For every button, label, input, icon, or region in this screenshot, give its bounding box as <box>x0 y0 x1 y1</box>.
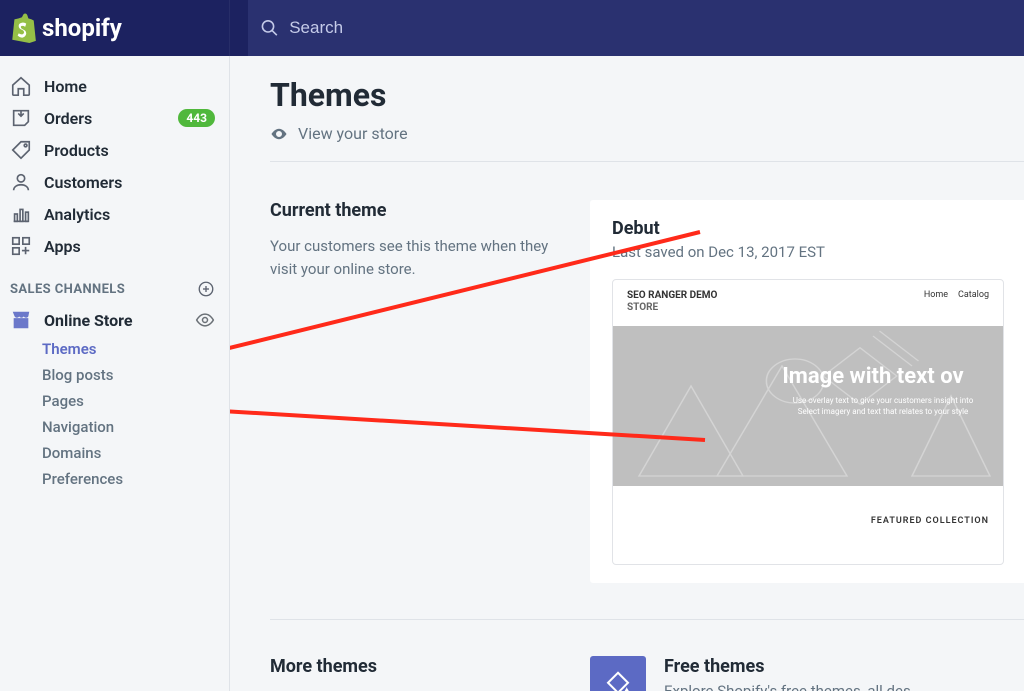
current-theme-card: Debut Last saved on Dec 13, 2017 EST SEO… <box>590 200 1024 583</box>
nav-customers[interactable]: Customers <box>0 166 229 198</box>
current-theme-description: Your customers see this theme when they … <box>270 235 570 280</box>
preview-store-name-line2: STORE <box>627 302 717 314</box>
preview-featured-label: FEATURED COLLECTION <box>613 486 1003 526</box>
subnav-blog-posts[interactable]: Blog posts <box>42 362 229 388</box>
nav-home[interactable]: Home <box>0 70 229 102</box>
subnav-preferences[interactable]: Preferences <box>42 466 229 492</box>
paint-bucket-icon <box>603 669 633 691</box>
nav-label: Home <box>44 77 215 96</box>
subnav-pages[interactable]: Pages <box>42 388 229 414</box>
nav-apps[interactable]: Apps <box>0 230 229 262</box>
nav-label: Customers <box>44 173 215 192</box>
preview-hero-title: Image with text ov <box>743 364 1003 389</box>
view-store-icon[interactable] <box>195 310 215 330</box>
storefront-icon <box>10 309 32 331</box>
nav-label: Analytics <box>44 205 215 224</box>
preview-hero-sub2: Select imagery and text that relates to … <box>773 406 993 417</box>
free-themes-heading: Free themes <box>664 656 914 677</box>
sidebar: Home Orders 443 Products Customers Analy… <box>0 56 230 691</box>
nav-label: Apps <box>44 237 215 256</box>
subnav-themes[interactable]: Themes <box>42 336 229 362</box>
logo-area: shopify <box>0 0 230 56</box>
subnav-domains[interactable]: Domains <box>42 440 229 466</box>
shopify-logo[interactable]: shopify <box>10 13 122 43</box>
customers-icon <box>10 171 32 193</box>
current-theme-heading: Current theme <box>270 200 570 221</box>
analytics-icon <box>10 203 32 225</box>
preview-hero-sub1: Use overlay text to give your customers … <box>773 395 993 406</box>
nav-products[interactable]: Products <box>0 134 229 166</box>
section-title-text: SALES CHANNELS <box>10 282 125 297</box>
nav-label: Online Store <box>44 311 195 330</box>
nav-label: Products <box>44 141 215 160</box>
search-icon <box>260 18 279 38</box>
apps-icon <box>10 235 32 257</box>
free-themes-icon-box <box>590 656 646 691</box>
online-store-subnav: Themes Blog posts Pages Navigation Domai… <box>0 336 229 492</box>
home-icon <box>10 75 32 97</box>
preview-nav: Home Catalog <box>924 290 989 300</box>
nav-online-store[interactable]: Online Store <box>0 304 229 336</box>
preview-store-name: SEO RANGER DEMO <box>627 290 717 302</box>
preview-nav-item: Catalog <box>958 290 989 300</box>
more-themes-heading: More themes <box>270 656 570 677</box>
search-input[interactable] <box>289 18 1012 38</box>
theme-preview[interactable]: SEO RANGER DEMO STORE Home Catalog <box>612 279 1004 565</box>
brand-name: shopify <box>42 14 122 42</box>
main-content: Themes View your store Current theme You… <box>230 56 1024 691</box>
nav-label: Orders <box>44 109 178 128</box>
search-bar[interactable] <box>248 0 1024 56</box>
theme-name: Debut <box>612 218 1004 239</box>
preview-nav-item: Home <box>924 290 948 300</box>
topbar: shopify <box>0 0 1024 56</box>
eye-icon <box>270 125 288 143</box>
theme-last-saved: Last saved on Dec 13, 2017 EST <box>612 243 1004 261</box>
view-store-text: View your store <box>298 124 408 143</box>
add-channel-icon[interactable] <box>197 280 215 298</box>
page-title: Themes <box>270 76 1024 114</box>
orders-icon <box>10 107 32 129</box>
nav-orders[interactable]: Orders 443 <box>0 102 229 134</box>
free-themes-line1: Explore Shopify's free themes, all des <box>664 682 911 691</box>
products-icon <box>10 139 32 161</box>
orders-badge: 443 <box>178 109 215 127</box>
free-themes-card[interactable]: Free themes Explore Shopify's free theme… <box>590 656 1024 691</box>
sales-channels-heading: SALES CHANNELS <box>0 262 229 304</box>
nav-analytics[interactable]: Analytics <box>0 198 229 230</box>
shopify-bag-icon <box>10 13 36 43</box>
more-themes-info: More themes Manage your store's themes. … <box>270 656 590 691</box>
current-theme-info: Current theme Your customers see this th… <box>270 200 590 583</box>
view-your-store-link[interactable]: View your store <box>270 124 1024 143</box>
subnav-navigation[interactable]: Navigation <box>42 414 229 440</box>
